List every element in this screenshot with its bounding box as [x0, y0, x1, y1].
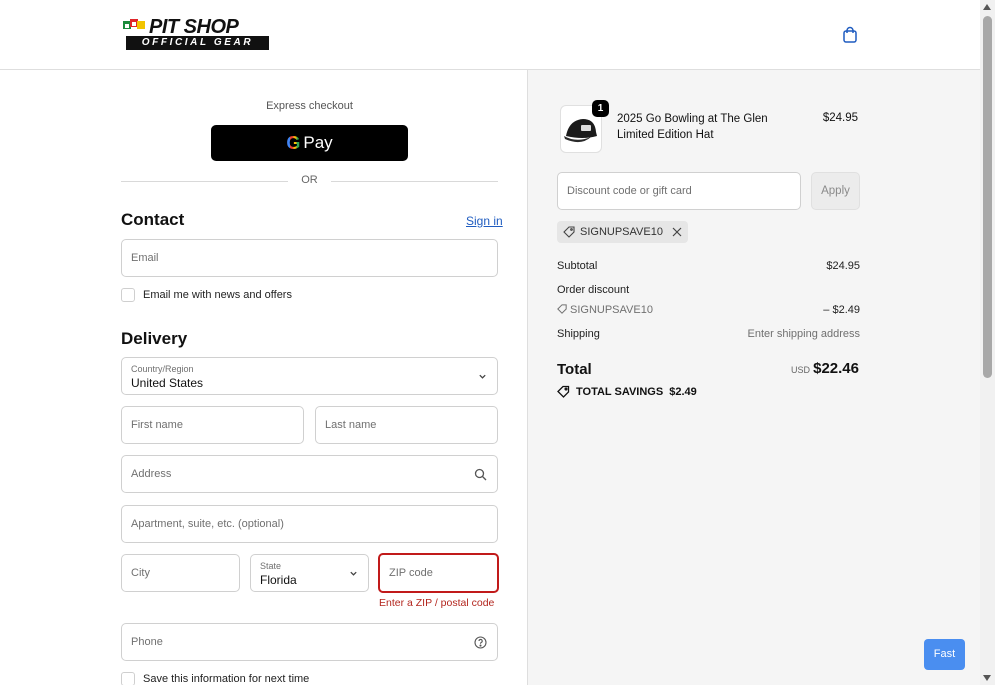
scroll-up-icon[interactable]	[983, 4, 991, 10]
save-info-checkbox[interactable]	[121, 672, 135, 685]
product-name: 2025 Go Bowling at The Glen Limited Edit…	[617, 113, 768, 141]
gpay-label: Pay	[303, 133, 333, 152]
chevron-down-icon	[350, 571, 357, 576]
brand-tagline: OFFICIAL GEAR	[126, 36, 269, 50]
total-label: Total	[557, 361, 592, 378]
applied-code-chip: SIGNUPSAVE10	[557, 221, 688, 243]
shipping-row: Shipping Enter shipping address	[557, 328, 860, 340]
scroll-down-icon[interactable]	[983, 675, 991, 681]
country-select[interactable]: Country/Region United States	[121, 357, 498, 395]
tag-icon	[557, 304, 567, 314]
first-name-field[interactable]: First name	[121, 406, 304, 444]
email-field[interactable]: Email	[121, 239, 498, 277]
help-icon[interactable]	[474, 636, 487, 649]
last-name-field[interactable]: Last name	[315, 406, 498, 444]
fast-checkout-button[interactable]: Fast	[924, 639, 965, 670]
chevron-down-icon	[479, 374, 486, 379]
state-select[interactable]: State Florida	[250, 554, 369, 592]
discount-row: SIGNUPSAVE10 – $2.49	[557, 304, 860, 316]
subtotal-row: Subtotal $24.95	[557, 260, 860, 272]
order-summary: 1 2025 Go Bowling at The Glen Limited Ed…	[527, 70, 980, 685]
header: PIT SHOP OFFICIAL GEAR	[0, 0, 980, 70]
currency-code: USD	[790, 365, 810, 375]
sign-in-link[interactable]: Sign in	[466, 214, 503, 228]
page-scrollbar[interactable]	[980, 0, 995, 685]
discount-code-input[interactable]: Discount code or gift card	[557, 172, 801, 210]
total-value: $22.46	[813, 360, 859, 377]
total-savings: TOTAL SAVINGS $2.49	[557, 385, 697, 398]
address-field[interactable]: Address	[121, 455, 498, 493]
or-divider: OR	[121, 174, 498, 188]
phone-field[interactable]: Phone	[121, 623, 498, 661]
shopping-bag-icon[interactable]	[841, 26, 859, 44]
city-field[interactable]: City	[121, 554, 240, 592]
express-checkout-label: Express checkout	[266, 100, 353, 112]
apply-button[interactable]: Apply	[811, 172, 860, 210]
zip-error-message: Enter a ZIP / postal code	[379, 597, 495, 609]
zip-code-field[interactable]: ZIP code	[378, 553, 499, 593]
quantity-badge: 1	[592, 100, 609, 117]
save-info-option[interactable]: Save this information for next time	[121, 672, 309, 685]
remove-code-icon[interactable]	[672, 227, 682, 237]
newsletter-option[interactable]: Email me with news and offers	[121, 288, 292, 302]
savings-tag-icon	[557, 385, 570, 398]
apartment-field[interactable]: Apartment, suite, etc. (optional)	[121, 505, 498, 543]
newsletter-checkbox[interactable]	[121, 288, 135, 302]
tag-icon	[563, 226, 575, 238]
checkout-form: Express checkout G Pay OR Contact Sign i…	[0, 70, 527, 685]
delivery-title: Delivery	[121, 329, 188, 348]
contact-title: Contact	[121, 210, 185, 229]
order-discount-label: Order discount	[557, 284, 630, 296]
scrollbar-thumb[interactable]	[983, 16, 992, 378]
product-price: $24.95	[822, 112, 858, 124]
google-g-icon: G	[286, 132, 301, 153]
search-icon	[474, 468, 487, 481]
pit-shop-logo[interactable]: PIT SHOP OFFICIAL GEAR	[123, 16, 271, 51]
google-pay-button[interactable]: G Pay	[211, 125, 408, 161]
